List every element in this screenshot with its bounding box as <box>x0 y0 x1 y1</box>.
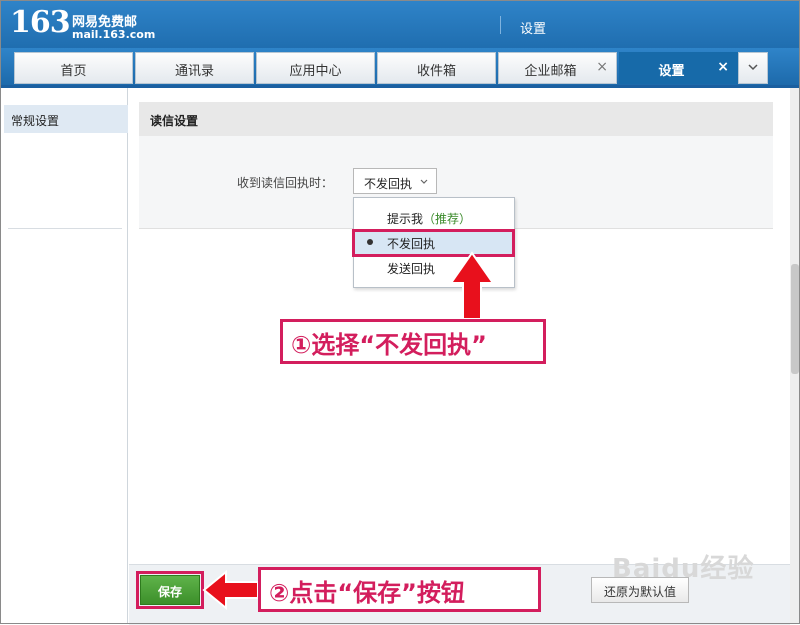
scrollbar-thumb[interactable] <box>791 264 799 374</box>
option-label: 提示我（推荐） <box>387 210 471 227</box>
tab-app-center[interactable]: 应用中心 <box>256 52 375 84</box>
tab-home[interactable]: 首页 <box>14 52 133 84</box>
chevron-down-icon <box>420 179 428 184</box>
section-title: 读信设置 <box>150 114 199 128</box>
logo-number: 163 <box>10 5 71 40</box>
tab-contacts[interactable]: 通讯录 <box>135 52 254 84</box>
sidebar: 常规设置 <box>0 88 128 624</box>
tab-label: 企业邮箱 <box>524 64 577 79</box>
step1-text: ①选择“不发回执” <box>291 331 487 359</box>
header-divider <box>500 16 501 34</box>
logo-domain: mail.163.com <box>72 28 156 41</box>
sidebar-item-general-settings[interactable]: 常规设置 <box>4 105 128 133</box>
header-title: 设置 <box>520 22 547 37</box>
tab-bar: 首页 通讯录 应用中心 收件箱 企业邮箱 × 设置 × <box>0 48 800 88</box>
tab-label: 首页 <box>60 64 87 79</box>
restore-default-button[interactable]: 还原为默认值 <box>591 577 689 603</box>
arrow-left-icon <box>202 570 259 610</box>
step1-annotation: ①选择“不发回执” <box>280 319 546 364</box>
section-header: 读信设置 <box>139 102 773 136</box>
read-receipt-select[interactable]: 不发回执 <box>353 168 437 194</box>
step2-text: ②点击“保存”按钮 <box>269 579 465 607</box>
save-highlight-box <box>136 571 204 609</box>
select-value: 不发回执 <box>364 177 413 191</box>
sidebar-item-label: 常规设置 <box>11 114 60 128</box>
tab-label: 收件箱 <box>416 64 456 79</box>
restore-default-label: 还原为默认值 <box>603 585 676 599</box>
scrollbar[interactable] <box>790 88 800 624</box>
sidebar-divider <box>8 228 122 229</box>
step2-annotation: ②点击“保存”按钮 <box>258 567 541 612</box>
tab-settings[interactable]: 设置 × <box>619 52 738 84</box>
option-text: 提示我 <box>387 212 424 226</box>
tab-label: 通讯录 <box>174 64 214 79</box>
tab-label: 应用中心 <box>289 64 342 79</box>
arrow-up-icon <box>449 251 495 320</box>
option-label: 发送回执 <box>387 262 436 276</box>
close-icon[interactable]: × <box>596 59 608 75</box>
tab-overflow-button[interactable] <box>738 52 768 84</box>
recommended-tag: （推荐） <box>423 212 472 226</box>
option-notify-me[interactable]: 提示我（推荐） <box>354 205 514 229</box>
chevron-down-icon <box>748 64 758 71</box>
read-receipt-label: 收到读信回执时： <box>237 176 334 190</box>
tab-label: 设置 <box>658 64 685 79</box>
tab-inbox[interactable]: 收件箱 <box>377 52 496 84</box>
close-icon[interactable]: × <box>717 59 729 75</box>
tab-enterprise-mail[interactable]: 企业邮箱 × <box>498 52 617 84</box>
